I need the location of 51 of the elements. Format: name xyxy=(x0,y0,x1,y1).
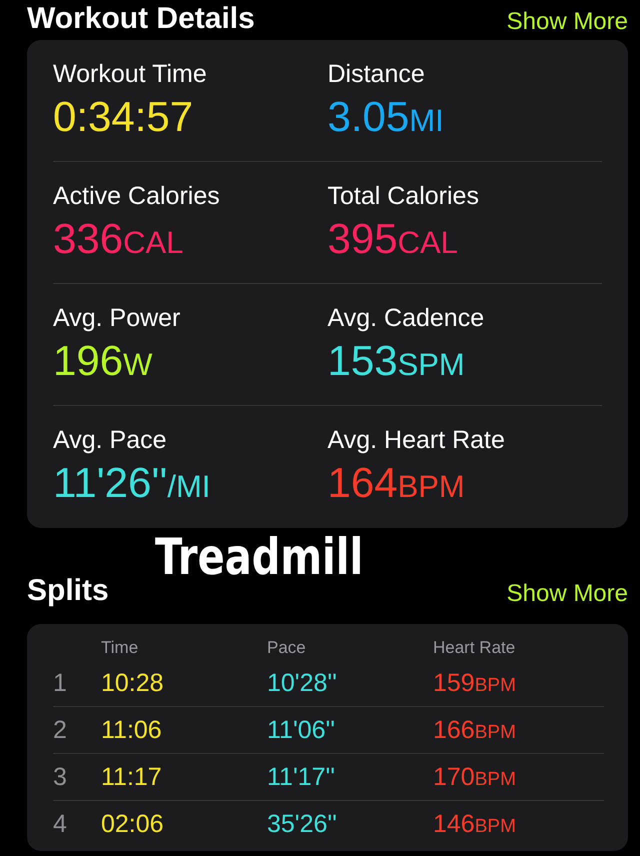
metric-value: 153 xyxy=(328,337,398,385)
split-heart-rate: 159 xyxy=(433,668,475,698)
split-pace: 35'26'' xyxy=(267,810,338,838)
metric-unit: BPM xyxy=(398,469,465,505)
split-number: 4 xyxy=(53,810,68,838)
show-more-link[interactable]: Show More xyxy=(506,580,628,608)
metric-label: Avg. Cadence xyxy=(328,304,486,333)
split-number: 2 xyxy=(53,716,68,744)
metric-unit: SPM xyxy=(398,347,465,383)
split-heart-rate: 146 xyxy=(433,810,475,838)
section-title: Splits xyxy=(27,574,109,608)
section-title: Workout Details xyxy=(27,2,255,36)
split-heart-rate: 166 xyxy=(433,716,475,744)
metric-unit: /MI xyxy=(167,469,210,505)
split-pace: 11'06'' xyxy=(267,716,336,744)
column-header: Pace xyxy=(267,638,307,658)
metric-label: Total Calories xyxy=(328,182,480,211)
metric-value: 3.05 xyxy=(328,93,410,141)
metric-value: 395 xyxy=(328,215,398,263)
split-pace: 11'17'' xyxy=(267,762,336,792)
metric-unit: W xyxy=(123,347,152,383)
split-pace: 10'28'' xyxy=(267,668,338,698)
split-time: 02:06 xyxy=(101,810,165,838)
split-number: 1 xyxy=(53,668,68,698)
split-unit: BPM xyxy=(474,674,516,696)
column-header: Heart Rate xyxy=(433,638,516,658)
split-unit: BPM xyxy=(474,816,516,838)
metric-unit: CAL xyxy=(398,225,458,261)
metric-value: 196 xyxy=(53,337,124,385)
metric-value: 0:34:57 xyxy=(53,93,194,141)
split-time: 11:17 xyxy=(101,762,163,792)
split-time: 10:28 xyxy=(101,668,165,698)
metric-value: 336 xyxy=(53,215,124,263)
metric-label: Distance xyxy=(328,60,426,89)
metric-label: Active Calories xyxy=(53,182,221,211)
split-time: 11:06 xyxy=(101,716,163,744)
metric-unit: CAL xyxy=(123,225,184,261)
split-unit: BPM xyxy=(474,722,516,744)
metric-value: 164 xyxy=(328,459,398,507)
metric-label: Workout Time xyxy=(53,60,208,89)
split-number: 3 xyxy=(53,762,68,792)
column-header: Time xyxy=(101,638,140,658)
metric-label: Avg. Power xyxy=(53,304,182,333)
metric-unit: MI xyxy=(409,103,444,139)
metric-value: 11'26'' xyxy=(53,459,168,507)
split-unit: BPM xyxy=(474,768,516,790)
split-heart-rate: 170 xyxy=(433,762,475,792)
overlay-caption: Treadmill xyxy=(155,528,364,586)
metric-label: Avg. Pace xyxy=(53,426,168,455)
metric-label: Avg. Heart Rate xyxy=(328,426,506,455)
show-more-link[interactable]: Show More xyxy=(506,8,628,36)
